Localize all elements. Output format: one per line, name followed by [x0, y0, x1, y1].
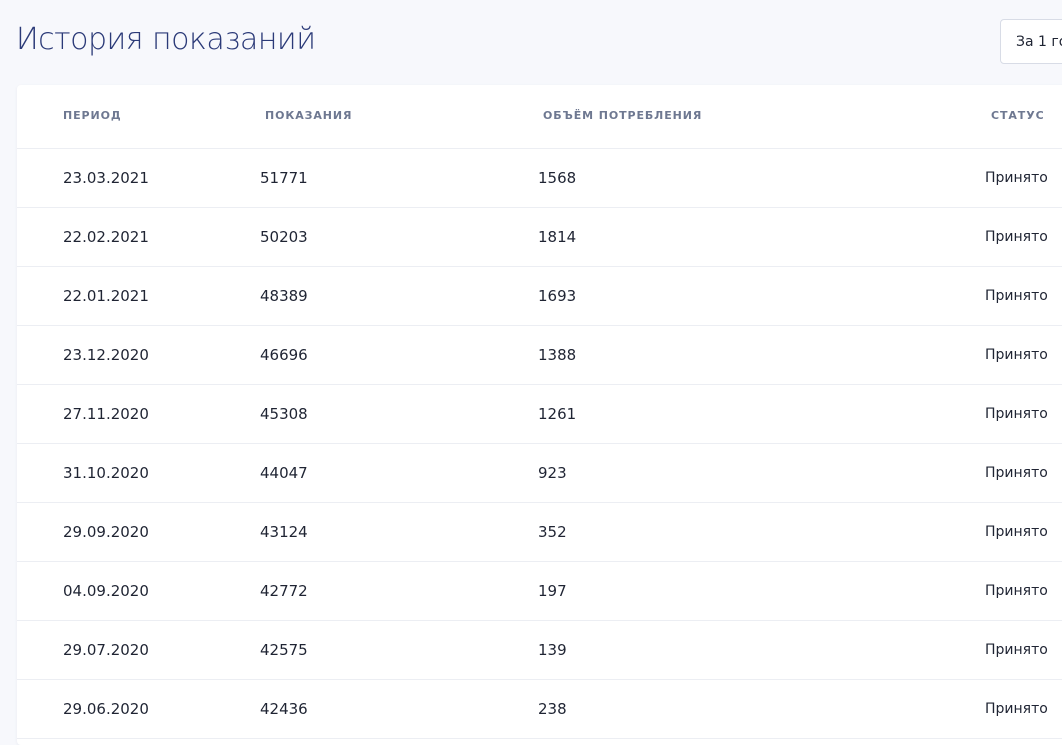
column-header-period[interactable]: ПЕРИОД — [63, 109, 122, 122]
cell-volume: 139 — [538, 641, 567, 659]
table-row: 29.06.2020 42436 238 Принято — [17, 680, 1062, 739]
cell-reading: 48389 — [260, 287, 308, 305]
table-row: 29.07.2020 42575 139 Принято — [17, 621, 1062, 680]
cell-volume: 1568 — [538, 169, 577, 187]
cell-period: 29.06.2020 — [63, 700, 149, 718]
cell-reading: 45308 — [260, 405, 308, 423]
cell-volume: 1814 — [538, 228, 577, 246]
table-row: 04.09.2020 42772 197 Принято — [17, 562, 1062, 621]
table-row: 23.03.2021 51771 1568 Принято — [17, 149, 1062, 208]
cell-period: 27.11.2020 — [63, 405, 149, 423]
cell-volume: 238 — [538, 700, 567, 718]
cell-reading: 43124 — [260, 523, 308, 541]
cell-status: Принято — [985, 524, 1048, 540]
cell-period: 29.09.2020 — [63, 523, 149, 541]
table-row: 29.09.2020 43124 352 Принято — [17, 503, 1062, 562]
table-row: 27.11.2020 45308 1261 Принято — [17, 385, 1062, 444]
readings-history-table: ПЕРИОД ПОКАЗАНИЯ ОБЪЁМ ПОТРЕБЛЕНИЯ СТАТУ… — [17, 85, 1062, 745]
column-header-volume[interactable]: ОБЪЁМ ПОТРЕБЛЕНИЯ — [543, 109, 702, 122]
cell-volume: 1388 — [538, 346, 577, 364]
cell-period: 29.07.2020 — [63, 641, 149, 659]
cell-reading: 44047 — [260, 464, 308, 482]
cell-period: 23.12.2020 — [63, 346, 149, 364]
period-select[interactable]: За 1 год — [1000, 19, 1062, 64]
cell-status: Принято — [985, 642, 1048, 658]
cell-reading: 46696 — [260, 346, 308, 364]
cell-period: 04.09.2020 — [63, 582, 149, 600]
cell-status: Принято — [985, 701, 1048, 717]
cell-status: Принято — [985, 347, 1048, 363]
cell-reading: 42436 — [260, 700, 308, 718]
table-header: ПЕРИОД ПОКАЗАНИЯ ОБЪЁМ ПОТРЕБЛЕНИЯ СТАТУ… — [17, 85, 1062, 149]
cell-period: 22.01.2021 — [63, 287, 149, 305]
cell-status: Принято — [985, 406, 1048, 422]
cell-status: Принято — [985, 229, 1048, 245]
cell-period: 22.02.2021 — [63, 228, 149, 246]
table-row: 23.12.2020 46696 1388 Принято — [17, 326, 1062, 385]
cell-reading: 51771 — [260, 169, 308, 187]
cell-volume: 1261 — [538, 405, 577, 423]
table-row: 31.10.2020 44047 923 Принято — [17, 444, 1062, 503]
cell-volume: 197 — [538, 582, 567, 600]
cell-reading: 50203 — [260, 228, 308, 246]
column-header-status[interactable]: СТАТУС — [991, 109, 1045, 122]
cell-volume: 923 — [538, 464, 567, 482]
cell-volume: 352 — [538, 523, 567, 541]
table-row: 22.02.2021 50203 1814 Принято — [17, 208, 1062, 267]
column-header-reading[interactable]: ПОКАЗАНИЯ — [265, 109, 352, 122]
cell-status: Принято — [985, 465, 1048, 481]
cell-status: Принято — [985, 170, 1048, 186]
cell-period: 31.10.2020 — [63, 464, 149, 482]
cell-reading: 42772 — [260, 582, 308, 600]
cell-status: Принято — [985, 583, 1048, 599]
cell-reading: 42575 — [260, 641, 308, 659]
page-title: История показаний — [16, 22, 316, 57]
table-row: 22.01.2021 48389 1693 Принято — [17, 267, 1062, 326]
cell-volume: 1693 — [538, 287, 577, 305]
cell-status: Принято — [985, 288, 1048, 304]
cell-period: 23.03.2021 — [63, 169, 149, 187]
